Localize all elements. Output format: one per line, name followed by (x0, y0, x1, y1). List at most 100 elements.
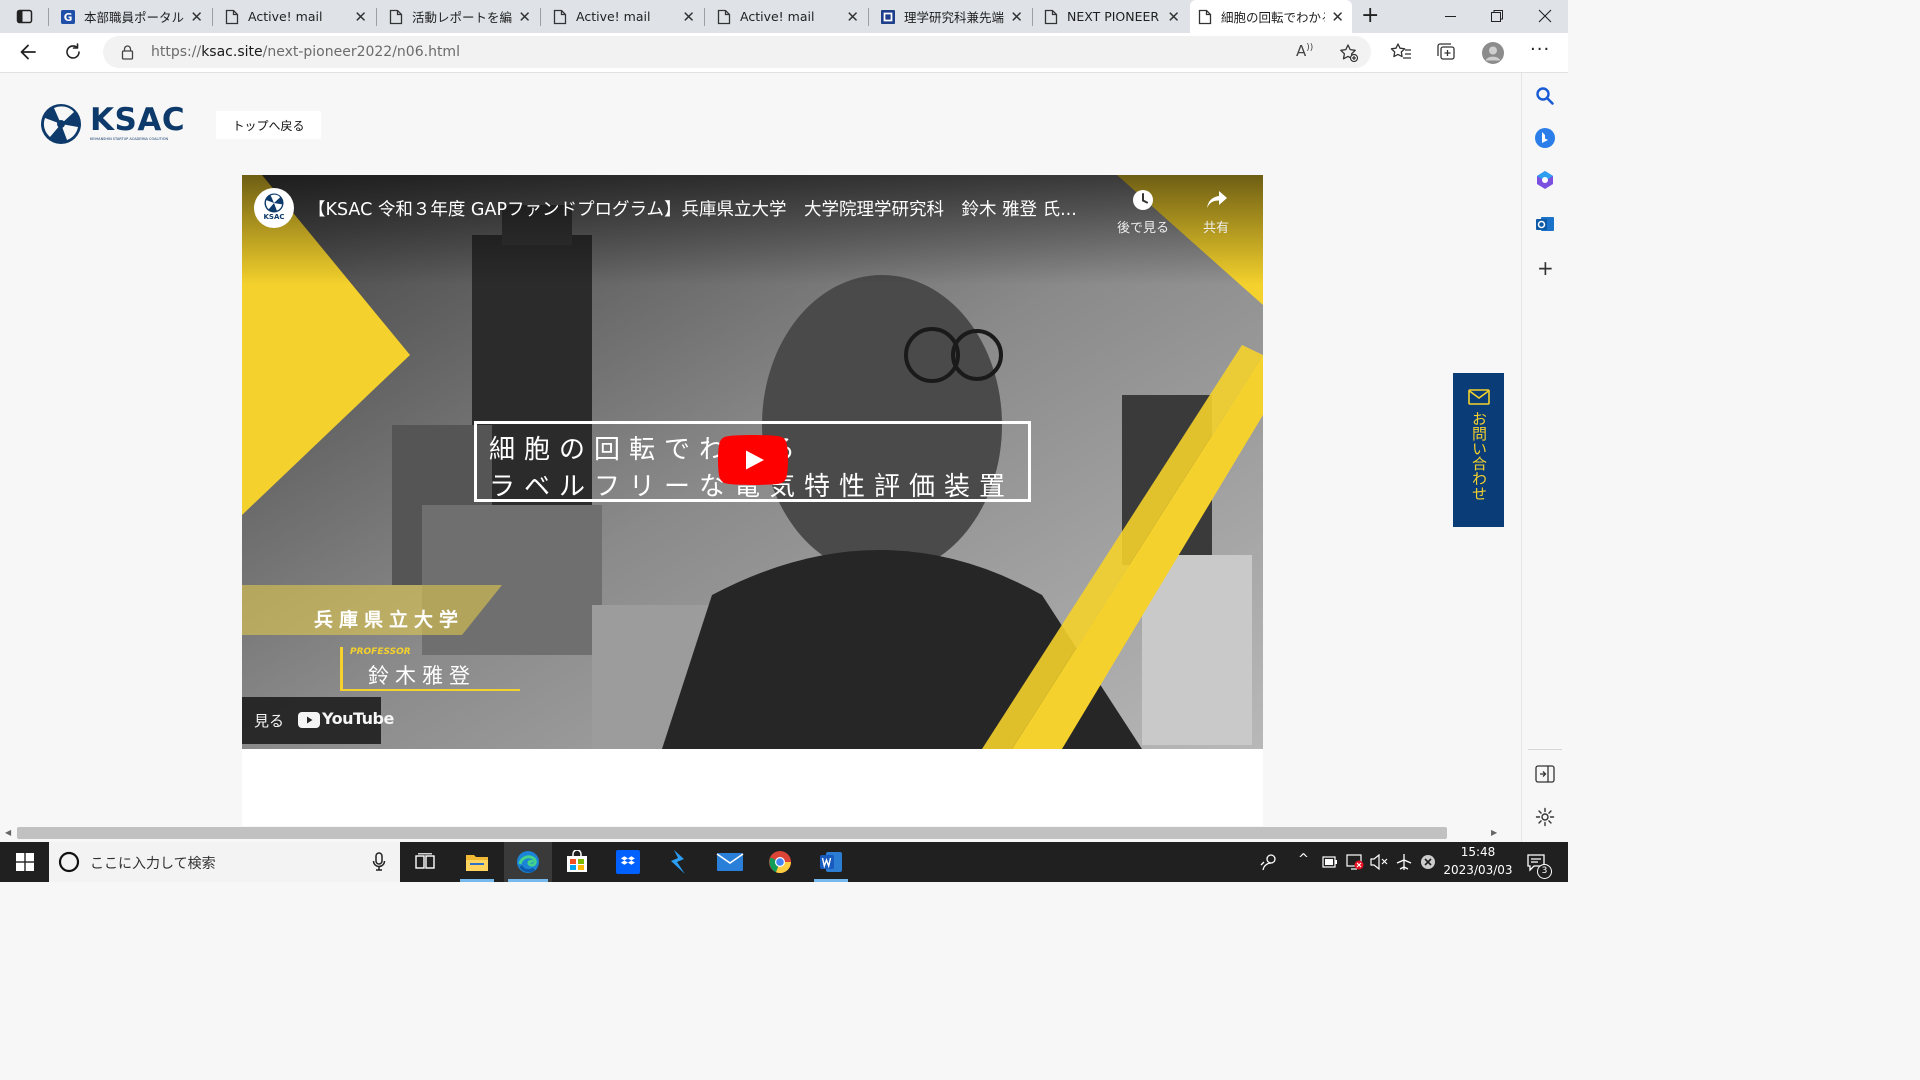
close-icon[interactable]: ✕ (846, 8, 859, 26)
close-icon[interactable]: ✕ (1331, 8, 1344, 26)
scroll-right-icon[interactable]: ▶ (1491, 828, 1497, 837)
tray-overflow-chevron-icon[interactable]: ^ (1298, 852, 1309, 867)
clock-icon (1133, 190, 1153, 210)
youtube-embed[interactable]: KSAC 【KSAC 令和３年度 GAPファンドプログラム】兵庫県立大学 大学院… (242, 175, 1263, 749)
url-text[interactable]: https://ksac.site/next-pioneer2022/n06.h… (151, 44, 460, 60)
app-lightning-icon[interactable] (668, 849, 690, 875)
contact-label: お問い合わせ (1470, 411, 1488, 501)
scroll-left-icon[interactable]: ◀ (5, 828, 11, 837)
lock-icon[interactable] (121, 45, 134, 60)
professor-name: 鈴木雅登 (368, 664, 476, 688)
horizontal-scrollbar[interactable]: ◀ ▶ (0, 826, 1505, 842)
clock[interactable]: 15:48 2023/03/03 (1442, 842, 1514, 882)
volume-muted-icon[interactable] (1370, 854, 1388, 870)
close-icon[interactable]: ✕ (354, 8, 367, 26)
video-title[interactable]: 【KSAC 令和３年度 GAPファンドプログラム】兵庫県立大学 大学院理学研究科… (308, 196, 1108, 221)
back-arrow-icon[interactable] (18, 42, 38, 62)
outlook-icon[interactable] (1535, 214, 1555, 234)
share-button[interactable]: 共有 (1186, 187, 1246, 237)
shopping-icon[interactable] (1535, 170, 1555, 190)
tab-strip: G 本部職員ポータル ✕ Active! mail ✕ 活動レポートを編集 ✕ … (0, 0, 1568, 33)
dropbox-icon[interactable] (616, 850, 640, 874)
restore-icon[interactable] (1490, 9, 1504, 23)
close-icon[interactable]: ✕ (190, 8, 203, 26)
microphone-icon[interactable] (372, 852, 386, 872)
address-bar[interactable]: https://ksac.site/next-pioneer2022/n06.h… (103, 36, 1371, 68)
navigation-bar: https://ksac.site/next-pioneer2022/n06.h… (0, 33, 1568, 73)
read-aloud-icon[interactable]: A)) (1296, 42, 1313, 60)
chrome-icon[interactable] (768, 850, 792, 874)
tab-next-pioneer[interactable]: NEXT PIONEER 20 ✕ (1036, 0, 1188, 33)
file-explorer-button[interactable] (454, 842, 500, 882)
word-taskbar-button[interactable] (808, 842, 854, 882)
tab-active-mail-2[interactable]: Active! mail ✕ (545, 0, 703, 33)
ksac-logo[interactable]: KSAC KEIHANSHIN STARTUP ACADEMIA COALITI… (40, 102, 186, 145)
clock-date: 2023/03/03 (1443, 863, 1513, 877)
people-icon[interactable] (1260, 853, 1278, 871)
url-path: /next-pioneer2022/n06.html (262, 44, 460, 60)
profile-avatar-icon[interactable] (1481, 41, 1505, 65)
close-icon[interactable]: ✕ (1167, 8, 1180, 26)
search-icon[interactable] (1535, 86, 1555, 106)
tab-title: 本部職員ポータル (84, 10, 185, 25)
doc-app-icon (881, 9, 895, 24)
tab-title: Active! mail (576, 9, 651, 24)
mail-app-icon[interactable] (716, 852, 744, 872)
university-name: 兵庫県立大学 (314, 609, 465, 631)
word-icon (820, 852, 842, 872)
tab-activity-report[interactable]: 活動レポートを編集 ✕ (381, 0, 539, 33)
tab-active-mail-3[interactable]: Active! mail ✕ (709, 0, 867, 33)
tab-title: Active! mail (248, 9, 323, 24)
collections-icon[interactable] (1435, 42, 1457, 62)
network-warning-icon[interactable] (1346, 853, 1364, 871)
add-favorite-icon[interactable] (1339, 43, 1359, 63)
watch-on-youtube-button[interactable]: 見る YouTube (242, 697, 394, 744)
airplane-mode-icon[interactable] (1395, 853, 1413, 871)
close-icon[interactable]: ✕ (518, 8, 531, 26)
sidebar-settings-gear-icon[interactable] (1535, 807, 1555, 827)
task-view-icon[interactable] (415, 853, 435, 871)
tab-science-research[interactable]: 理学研究科兼先端 ✕ (873, 0, 1031, 33)
tab-actions-icon[interactable] (16, 8, 33, 25)
horizontal-scrollbar-thumb[interactable] (17, 827, 1447, 839)
ksac-emblem-icon (264, 193, 284, 213)
logo-subtext: KEIHANSHIN STARTUP ACADEMIA COALITION (90, 137, 169, 141)
channel-avatar[interactable]: KSAC (254, 188, 294, 228)
taskbar-search-box[interactable]: ここに入力して検索 (49, 842, 400, 882)
back-to-top-button[interactable]: トップへ戻る (216, 111, 321, 139)
store-icon[interactable] (565, 850, 589, 874)
tab-cell-rotation[interactable]: 細胞の回転でわかる ✕ (1190, 0, 1352, 33)
watch-on-label: 見る (254, 712, 285, 730)
tab-title: Active! mail (740, 9, 815, 24)
bing-chat-icon[interactable] (1534, 127, 1556, 149)
web-page: KSAC KEIHANSHIN STARTUP ACADEMIA COALITI… (0, 73, 1505, 826)
share-arrow-icon (1207, 191, 1227, 208)
contact-tab[interactable]: お問い合わせ (1453, 373, 1504, 527)
new-tab-icon[interactable]: + (1361, 3, 1379, 28)
close-window-icon[interactable] (1538, 9, 1552, 23)
watch-later-label: 後で見る (1116, 221, 1169, 236)
minimize-icon[interactable] (1444, 10, 1457, 23)
logo-text: KSAC (90, 102, 186, 138)
antivirus-tray-icon[interactable] (1420, 854, 1436, 870)
article-body (242, 749, 1263, 826)
favorites-icon[interactable] (1390, 42, 1412, 62)
edge-taskbar-button[interactable] (504, 842, 552, 882)
share-label: 共有 (1202, 221, 1229, 236)
play-button-icon[interactable] (718, 435, 788, 485)
hide-sidebar-icon[interactable] (1535, 765, 1555, 783)
tab-active-mail-1[interactable]: Active! mail ✕ (217, 0, 375, 33)
close-icon[interactable]: ✕ (682, 8, 695, 26)
more-options-icon[interactable]: ··· (1530, 39, 1550, 60)
svg-text:G: G (64, 11, 73, 23)
close-icon[interactable]: ✕ (1010, 8, 1023, 26)
tab-title: NEXT PIONEER 20 (1067, 9, 1161, 24)
tab-portal[interactable]: G 本部職員ポータル ✕ (53, 0, 211, 33)
edge-icon (517, 851, 539, 873)
refresh-icon[interactable] (63, 42, 83, 62)
battery-icon[interactable] (1322, 856, 1338, 868)
watch-later-button[interactable]: 後で見る (1108, 187, 1178, 237)
add-sidebar-app-icon[interactable]: + (1537, 256, 1554, 280)
ksac-emblem-icon (41, 104, 81, 144)
windows-start-icon[interactable] (16, 853, 34, 871)
